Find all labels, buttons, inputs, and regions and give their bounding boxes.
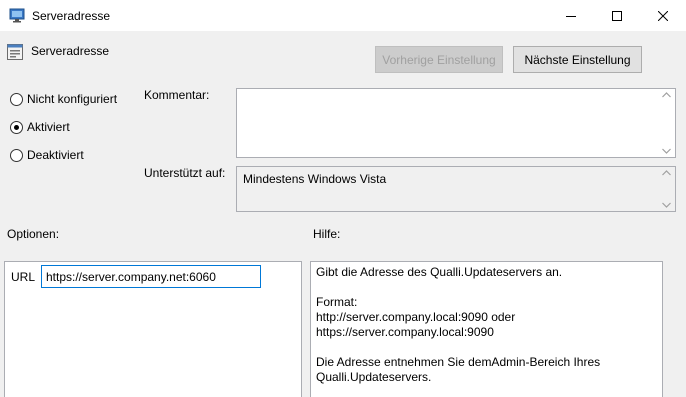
close-button[interactable]	[640, 0, 686, 31]
close-icon	[658, 10, 668, 21]
help-line: Qualli.Updateservers.	[316, 370, 432, 384]
help-line: http://server.company.local:9090 oder	[316, 310, 516, 324]
radio-label: Nicht konfiguriert	[27, 92, 118, 106]
help-line: Die Adresse entnehmen Sie demAdmin-Berei…	[316, 355, 601, 369]
help-line: https://server.company.local:9090	[316, 325, 494, 339]
help-text: Gibt die Adresse des Qualli.Updateserver…	[316, 265, 658, 385]
app-icon	[9, 8, 26, 23]
url-label: URL	[11, 270, 36, 284]
radio-disabled[interactable]: Deaktiviert	[10, 148, 84, 162]
options-panel: URL	[4, 261, 302, 397]
supported-field: Mindestens Windows Vista	[236, 166, 676, 212]
comment-field[interactable]	[236, 88, 676, 158]
radio-label: Aktiviert	[27, 120, 70, 134]
comment-label: Kommentar:	[144, 88, 210, 102]
radio-button[interactable]	[10, 120, 23, 134]
scroll-down-icon[interactable]	[662, 202, 671, 208]
previous-setting-button[interactable]: Vorherige Einstellung	[375, 46, 503, 73]
radio-enabled[interactable]: Aktiviert	[10, 120, 70, 134]
help-panel: Gibt die Adresse des Qualli.Updateserver…	[310, 261, 663, 397]
supported-scrollbar[interactable]	[658, 167, 675, 211]
supported-label: Unterstützt auf:	[144, 166, 226, 180]
policy-setting-icon	[7, 44, 23, 60]
next-setting-button[interactable]: Nächste Einstellung	[513, 46, 642, 73]
options-label: Optionen:	[7, 227, 60, 241]
window-title: Serveradresse	[32, 9, 111, 23]
maximize-icon	[612, 10, 622, 21]
help-line: Format:	[316, 295, 358, 309]
comment-scrollbar[interactable]	[658, 89, 675, 157]
minimize-button[interactable]	[548, 0, 594, 31]
radio-not-configured[interactable]: Nicht konfiguriert	[10, 92, 117, 106]
radio-label: Deaktiviert	[27, 148, 84, 162]
url-input[interactable]	[41, 265, 261, 288]
radio-button[interactable]	[10, 148, 23, 162]
help-label: Hilfe:	[313, 227, 341, 241]
minimize-icon	[566, 15, 576, 17]
help-line: Gibt die Adresse des Qualli.Updateserver…	[316, 265, 563, 279]
scroll-down-icon[interactable]	[662, 148, 671, 154]
scroll-up-icon[interactable]	[662, 92, 671, 98]
supported-value: Mindestens Windows Vista	[243, 172, 387, 186]
policy-title: Serveradresse	[31, 44, 110, 58]
radio-button[interactable]	[10, 92, 23, 106]
scroll-up-icon[interactable]	[662, 170, 671, 176]
maximize-button[interactable]	[594, 0, 640, 31]
